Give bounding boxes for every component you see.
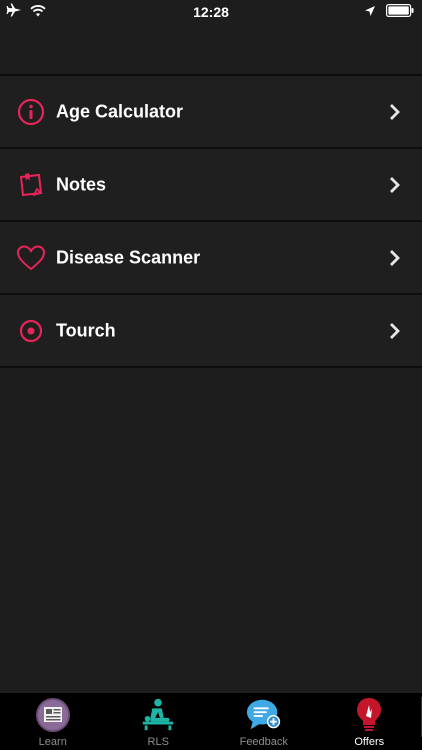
chevron-right-icon	[388, 322, 402, 340]
menu-item-label: Disease Scanner	[56, 247, 201, 267]
tab-rls[interactable]: RLS	[106, 693, 212, 750]
battery-icon	[386, 4, 414, 22]
chat-plus-icon	[245, 696, 283, 734]
menu-item-label: Age Calculator	[56, 101, 184, 121]
tab-label: Feedback	[239, 736, 288, 748]
location-arrow-icon	[364, 4, 376, 22]
tab-bar: Learn RLS Feedback Offers	[0, 693, 422, 750]
menu-item-label: Notes	[56, 174, 107, 194]
newspaper-icon	[34, 696, 72, 734]
status-time: 12:28	[193, 4, 229, 20]
chevron-right-icon	[388, 176, 402, 194]
tab-offers[interactable]: Offers	[317, 693, 422, 750]
tab-learn[interactable]: Learn	[0, 693, 106, 750]
menu-item-notes[interactable]: Notes	[0, 149, 422, 222]
tab-label: RLS	[147, 736, 169, 748]
chevron-right-icon	[388, 103, 402, 121]
heart-icon	[16, 243, 46, 273]
status-right-icons	[364, 4, 414, 22]
cpr-icon	[139, 696, 177, 734]
navigation-bar	[0, 24, 422, 74]
info-circle-icon	[16, 97, 46, 127]
tab-label: Learn	[38, 736, 67, 748]
menu-item-age-calculator[interactable]: Age Calculator	[0, 76, 422, 149]
status-bar: 12:28	[0, 0, 422, 24]
lightbulb-icon	[350, 696, 388, 734]
menu-item-label: Tourch	[56, 320, 116, 340]
target-circle-icon	[16, 316, 46, 346]
menu-list: Age Calculator Notes Disease Scanner Tou…	[0, 74, 422, 368]
chevron-right-icon	[388, 249, 402, 267]
menu-item-tourch[interactable]: Tourch	[0, 295, 422, 368]
notes-icon	[16, 170, 46, 200]
tab-label: Offers	[354, 736, 385, 748]
tab-feedback[interactable]: Feedback	[211, 693, 317, 750]
menu-item-disease-scanner[interactable]: Disease Scanner	[0, 222, 422, 295]
